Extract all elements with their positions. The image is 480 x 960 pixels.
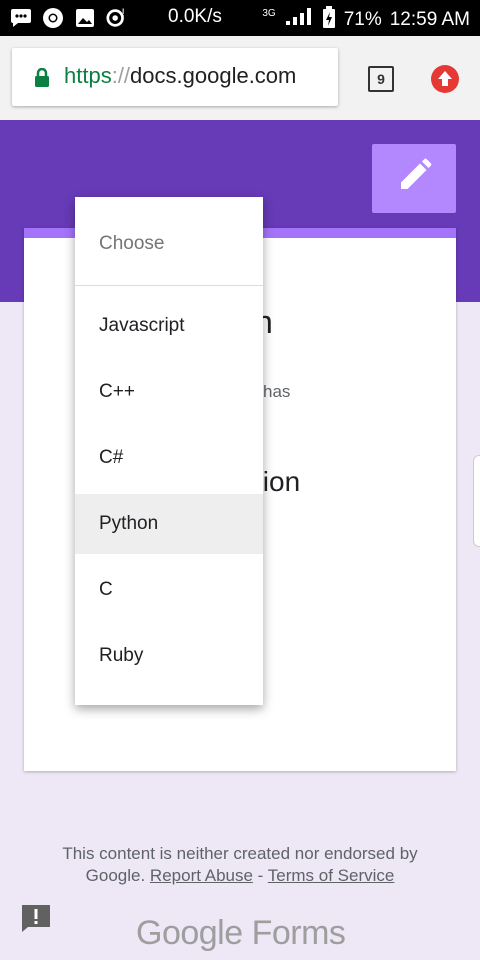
browser-toolbar: https://docs.google.com 9	[0, 36, 480, 120]
disclaimer-text: This content is neither created nor endo…	[62, 844, 418, 863]
url-separator: ://	[111, 63, 131, 88]
option-label: C++	[99, 381, 135, 402]
dropdown-placeholder[interactable]: Choose	[75, 197, 263, 286]
lock-icon	[34, 67, 50, 93]
url-host: docs.google.com	[130, 63, 297, 88]
network-type: 3G	[262, 7, 276, 19]
option-label: Python	[99, 513, 159, 534]
option-label: Javascript	[99, 315, 185, 336]
url-text: https://docs.google.com	[64, 63, 296, 89]
svg-text:!: !	[122, 7, 125, 19]
brand-google: Google	[136, 914, 243, 952]
url-scheme: https	[64, 63, 112, 88]
network-speed: 0.0K/s	[168, 6, 222, 27]
feedback-icon[interactable]	[20, 903, 52, 933]
option-python[interactable]: Python	[75, 494, 263, 554]
update-icon[interactable]	[431, 65, 459, 93]
google-forms-logo: Google Forms	[136, 914, 346, 953]
footer-dash: -	[257, 866, 264, 885]
terms-of-service-link[interactable]: Terms of Service	[268, 866, 395, 885]
option-javascript[interactable]: Javascript	[75, 296, 263, 356]
disclaimer-google: Google.	[85, 866, 146, 885]
dropdown-placeholder-label: Choose	[99, 233, 165, 254]
status-bar: ! 0.0K/s 3G 71% 12:59 AM	[0, 0, 480, 36]
form-description: has	[263, 382, 291, 401]
message-icon	[10, 7, 32, 29]
pencil-icon	[401, 158, 432, 189]
report-abuse-link[interactable]: Report Abuse	[150, 866, 253, 885]
clock: 12:59 AM	[389, 9, 470, 30]
battery-icon	[322, 6, 336, 34]
option-cpp[interactable]: C++	[75, 362, 263, 422]
battery-level: 71%	[343, 9, 382, 30]
tab-switcher-button[interactable]: 9	[368, 66, 394, 92]
chrome-icon	[42, 7, 64, 29]
side-toolbar-tab[interactable]	[473, 455, 480, 547]
option-label: C#	[99, 447, 124, 468]
image-icon	[74, 7, 96, 29]
option-c[interactable]: C	[75, 560, 263, 620]
option-label: C	[99, 579, 113, 600]
sync-icon: !	[106, 7, 128, 29]
signal-icon	[284, 7, 314, 33]
edit-button[interactable]	[372, 144, 456, 213]
url-bar[interactable]: https://docs.google.com	[12, 48, 338, 106]
option-label: Ruby	[99, 645, 144, 666]
option-ruby[interactable]: Ruby	[75, 626, 263, 686]
language-dropdown[interactable]: Choose Javascript C++ C# Python C Ruby	[75, 197, 263, 705]
brand-forms: Forms	[251, 914, 346, 952]
disclaimer: This content is neither created nor endo…	[0, 843, 480, 887]
option-csharp[interactable]: C#	[75, 428, 263, 488]
